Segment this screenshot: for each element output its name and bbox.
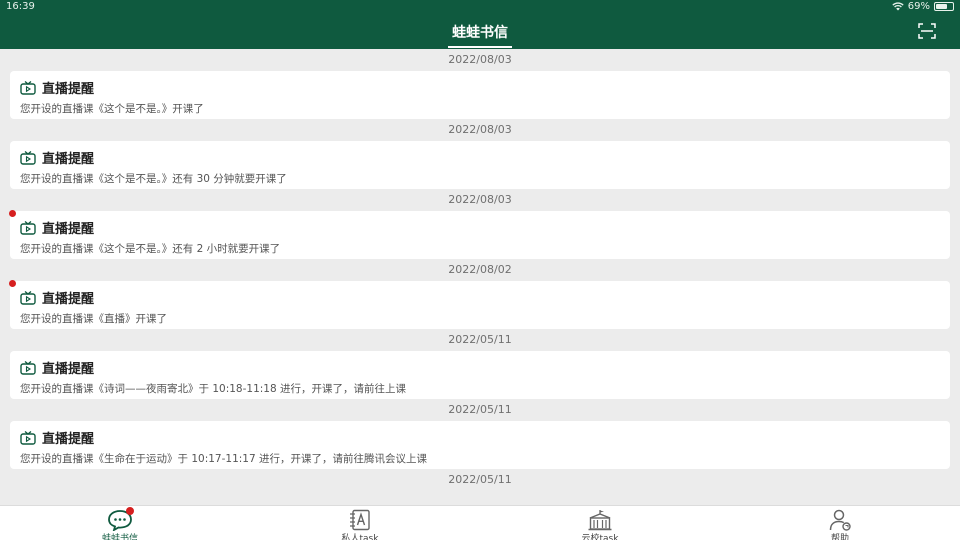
message-list[interactable]: 2022/08/03 直播提醒 您开设的直播课《这个是不是。》开课了 2022/08/…: [0, 49, 960, 505]
message-title: 直播提醒: [42, 362, 95, 377]
school-building-icon: [587, 509, 613, 531]
message-title: 直播提醒: [42, 82, 95, 97]
message-group: 2022/08/03 直播提醒您开设的直播课《这个是不是。》还有 30 分钟就要开…: [0, 119, 960, 189]
message-card[interactable]: 直播提醒您开设的直播课《这个是不是。》开课了: [10, 71, 950, 119]
battery-level: [936, 4, 948, 9]
tab-user-help[interactable]: 帮助: [720, 506, 960, 540]
live-tv-icon: [20, 150, 36, 165]
tab-school-building[interactable]: 云校task: [480, 506, 720, 540]
wifi-icon: [892, 2, 904, 11]
tab-label: 私人task: [341, 534, 379, 540]
message-title: 直播提醒: [42, 152, 95, 167]
message-card[interactable]: 直播提醒您开设的直播课《这个是不是。》还有 30 分钟就要开课了: [10, 141, 950, 189]
live-tv-icon: [20, 80, 36, 95]
message-date: 2022/05/11: [448, 473, 512, 486]
bottom-tab-bar: 蛙蛙书信 私人task 云校task 帮助: [0, 505, 960, 540]
unread-dot: [9, 280, 16, 287]
message-body: 您开设的直播课《这个是不是。》还有 30 分钟就要开课了: [20, 173, 287, 185]
message-body: 您开设的直播课《生命在于运动》于 10:17-11:17 进行，开课了，请前往腾…: [20, 453, 427, 465]
notebook-a-icon: [347, 509, 373, 531]
message-group: 2022/08/03 直播提醒您开设的直播课《这个是不是。》还有 2 小时就要开课…: [0, 189, 960, 259]
message-group: 2022/05/11 直播提醒您开设的直播课《生命在于运动》于 10:17-11:…: [0, 399, 960, 469]
message-date: 2022/08/02: [448, 263, 512, 276]
message-body: 您开设的直播课《直播》开课了: [20, 313, 167, 325]
message-group: 2022/05/11: [0, 469, 960, 491]
scan-icon[interactable]: [918, 23, 936, 39]
tab-label: 帮助: [830, 534, 849, 540]
message-card[interactable]: 直播提醒您开设的直播课《生命在于运动》于 10:17-11:17 进行，开课了，…: [10, 421, 950, 469]
notification-badge: [126, 507, 134, 515]
live-tv-icon: [20, 430, 36, 445]
tab-chat-bubble[interactable]: 蛙蛙书信: [0, 506, 240, 540]
live-tv-icon: [20, 220, 36, 235]
user-help-icon: [827, 509, 853, 531]
message-date: 2022/05/11: [448, 333, 512, 346]
live-tv-icon: [20, 290, 36, 305]
message-date: 2022/08/03: [448, 193, 512, 206]
message-body: 您开设的直播课《诗词——夜雨寄北》于 10:18-11:18 进行，开课了，请前…: [20, 383, 406, 395]
message-card[interactable]: 直播提醒您开设的直播课《诗词——夜雨寄北》于 10:18-11:18 进行，开课…: [10, 351, 950, 399]
status-bar: 16:39 69%: [0, 0, 960, 14]
battery-icon: [934, 2, 954, 11]
live-tv-icon: [20, 360, 36, 375]
unread-dot: [9, 210, 16, 217]
message-date: 2022/05/11: [448, 403, 512, 416]
message-body: 您开设的直播课《这个是不是。》还有 2 小时就要开课了: [20, 243, 281, 255]
message-title: 直播提醒: [42, 432, 95, 447]
message-title: 直播提醒: [42, 292, 95, 307]
message-group: 2022/05/11 直播提醒您开设的直播课《诗词——夜雨寄北》于 10:18-1…: [0, 329, 960, 399]
message-group: 2022/08/03 直播提醒您开设的直播课《这个是不是。》开课了: [0, 49, 960, 119]
top-app-bar: 16:39 69% 蛙蛙书信: [0, 0, 960, 49]
message-body: 您开设的直播课《这个是不是。》开课了: [20, 103, 204, 115]
status-time: 16:39: [6, 1, 35, 12]
tab-notebook-a[interactable]: 私人task: [240, 506, 480, 540]
page-title[interactable]: 蛙蛙书信: [448, 22, 512, 48]
message-card[interactable]: 直播提醒您开设的直播课《直播》开课了: [9, 280, 950, 329]
message-date: 2022/08/03: [448, 123, 512, 136]
message-date: 2022/08/03: [448, 53, 512, 66]
status-indicators: 69%: [892, 1, 954, 12]
message-title: 直播提醒: [42, 222, 95, 237]
message-group: 2022/08/02 直播提醒您开设的直播课《直播》开课了: [0, 259, 960, 329]
battery-percent: 69%: [907, 1, 930, 12]
tab-label: 云校task: [581, 534, 619, 540]
tab-label: 蛙蛙书信: [101, 534, 138, 540]
chat-bubble-icon: [107, 507, 134, 532]
message-card[interactable]: 直播提醒您开设的直播课《这个是不是。》还有 2 小时就要开课了: [9, 210, 950, 259]
